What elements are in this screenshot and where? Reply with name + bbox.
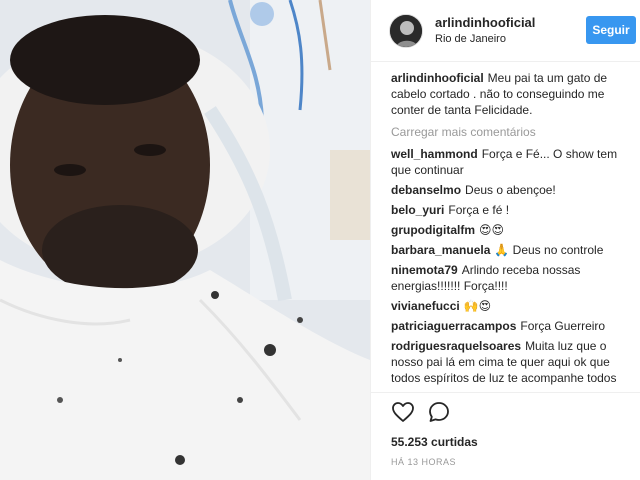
- comments-list[interactable]: arlindinhooficial Meu pai ta um gato de c…: [391, 70, 635, 388]
- header-location[interactable]: Rio de Janeiro: [435, 32, 535, 47]
- comment-item: barbara_manuela 🙏 Deus no controle: [391, 242, 635, 258]
- comment-username[interactable]: patriciaguerracampos: [391, 319, 516, 333]
- comment-username[interactable]: rodriguesraquelsoares: [391, 339, 521, 353]
- post-timestamp[interactable]: HÁ 13 HORAS: [391, 457, 640, 467]
- comment-text: 🙌😍: [463, 299, 492, 313]
- comment-text: Força Guerreiro: [520, 319, 606, 333]
- comment-item: grupodigitalfm 😍😍: [391, 222, 635, 238]
- comment-item: belo_yuri Força e fé !: [391, 202, 635, 218]
- instagram-post: arlindinhooficial Rio de Janeiro Seguir …: [0, 0, 640, 480]
- action-icons: [391, 393, 640, 427]
- caption-username[interactable]: arlindinhooficial: [391, 71, 484, 85]
- comment-username[interactable]: vivianefucci: [391, 299, 460, 313]
- avatar[interactable]: [389, 13, 423, 48]
- comment-username[interactable]: belo_yuri: [391, 203, 444, 217]
- comment-username[interactable]: grupodigitalfm: [391, 223, 475, 237]
- avatar-image: [390, 14, 422, 47]
- comment-item: debanselmo Deus o abençoe!: [391, 182, 635, 198]
- comment-icon[interactable]: [427, 400, 451, 424]
- likes-count[interactable]: 55.253 curtidas: [391, 435, 640, 449]
- comment-text: 😍😍: [479, 223, 505, 237]
- post-photo[interactable]: [0, 0, 370, 480]
- header-username[interactable]: arlindinhooficial: [435, 15, 535, 30]
- comment-item: well_hammond Força e Fé... O show tem que…: [391, 146, 635, 178]
- comment-username[interactable]: barbara_manuela: [391, 243, 490, 257]
- post-caption: arlindinhooficial Meu pai ta um gato de c…: [391, 70, 635, 118]
- comment-text: 🙏 Deus no controle: [494, 243, 604, 257]
- comment-item: patriciaguerracampos Força Guerreiro: [391, 318, 635, 334]
- comment-text: Força e fé !: [448, 203, 510, 217]
- follow-button[interactable]: Seguir: [586, 16, 636, 44]
- comment-username[interactable]: debanselmo: [391, 183, 461, 197]
- hospital-photo-illustration: [0, 0, 370, 480]
- header-text: arlindinhooficial Rio de Janeiro: [435, 15, 535, 47]
- post-actions: 55.253 curtidas HÁ 13 HORAS: [371, 392, 640, 480]
- comment-item: rodriguesraquelsoares Muita luz que o nos…: [391, 338, 635, 386]
- comment-item: ninemota79 Arlindo receba nossas energias…: [391, 262, 635, 294]
- load-more-comments-link[interactable]: Carregar mais comentários: [391, 124, 635, 140]
- heart-icon[interactable]: [391, 400, 415, 424]
- comment-username[interactable]: well_hammond: [391, 147, 478, 161]
- post-header: arlindinhooficial Rio de Janeiro Seguir: [371, 0, 640, 62]
- post-sidebar: arlindinhooficial Rio de Janeiro Seguir …: [370, 0, 640, 480]
- comment-item: vivianefucci 🙌😍: [391, 298, 635, 314]
- comment-text: Deus o abençoe!: [465, 183, 556, 197]
- comment-username[interactable]: ninemota79: [391, 263, 458, 277]
